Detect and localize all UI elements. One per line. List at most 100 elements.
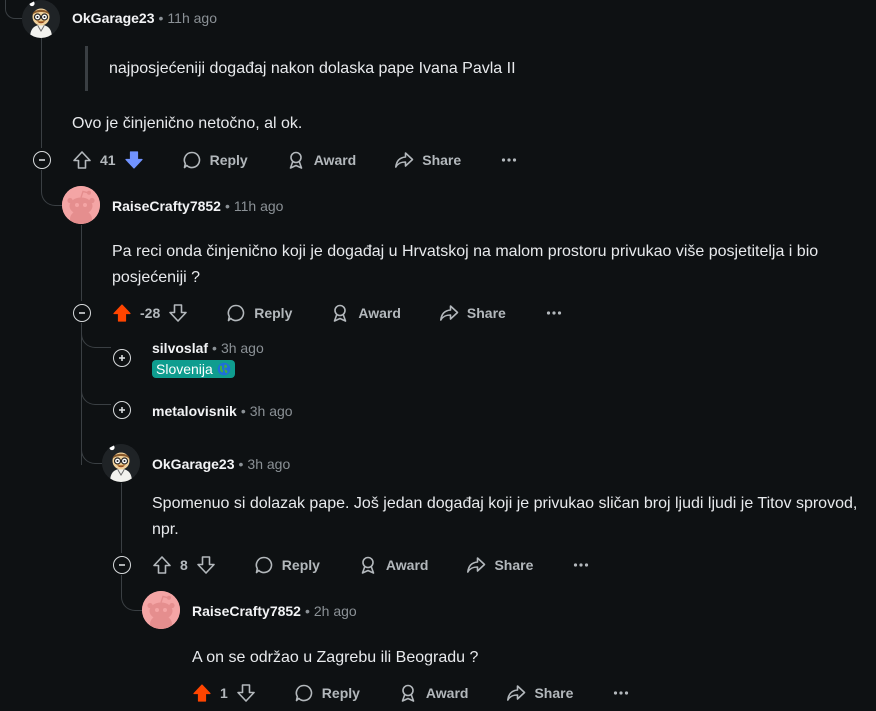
expand-button[interactable] <box>113 401 131 419</box>
share-icon <box>394 150 414 170</box>
award-label: Award <box>313 152 357 168</box>
comment-action-bar: 8 Reply Award Share <box>152 550 637 580</box>
award-label: Award <box>385 557 429 573</box>
flair-label: Slovenija <box>156 361 213 377</box>
avatar-default-snoo-icon <box>142 591 180 629</box>
avatar-okgarage23-image <box>22 0 60 38</box>
reply-label: Reply <box>281 557 320 573</box>
comment-author[interactable]: metalovisnik <box>152 403 237 419</box>
award-label: Award <box>358 305 401 321</box>
award-icon <box>398 683 418 703</box>
share-icon <box>466 555 486 575</box>
collapse-minus-icon <box>79 312 85 314</box>
share-icon <box>506 683 526 703</box>
comment-timestamp[interactable]: 11h ago <box>167 10 217 26</box>
share-label: Share <box>494 557 534 573</box>
vote-group: 8 <box>152 555 216 575</box>
downvote-icon[interactable] <box>124 150 144 170</box>
comment-author[interactable]: RaiseCrafty7852 <box>112 198 221 214</box>
more-icon <box>571 555 591 575</box>
award-button[interactable]: Award <box>358 555 429 575</box>
award-label: Award <box>425 685 469 701</box>
comment-author[interactable]: OkGarage23 <box>72 10 155 26</box>
more-options-button[interactable] <box>544 303 572 323</box>
vote-score: 1 <box>220 685 228 701</box>
reply-button[interactable]: Reply <box>294 683 360 703</box>
comment-author[interactable]: silvoslaf <box>152 340 208 356</box>
reply-bubble-icon <box>182 150 202 170</box>
downvote-icon[interactable] <box>196 555 216 575</box>
share-button[interactable]: Share <box>466 555 533 575</box>
vote-score: -28 <box>140 305 161 321</box>
thread-connector-4 <box>81 380 111 405</box>
reply-button[interactable]: Reply <box>226 303 292 323</box>
share-button[interactable]: Share <box>394 150 461 170</box>
collapse-button[interactable] <box>33 151 51 169</box>
share-button[interactable]: Share <box>439 303 506 323</box>
reply-bubble-icon <box>254 555 274 575</box>
expand-plus-icon <box>119 407 125 413</box>
avatar-okgarage23[interactable] <box>22 0 60 38</box>
expand-button[interactable] <box>113 349 131 367</box>
comment-body: Pa reci onda činjenično koji je događaj … <box>112 243 819 286</box>
avatar-default-snoo-icon <box>62 186 100 224</box>
share-label: Share <box>466 305 506 321</box>
comment-timestamp[interactable]: 3h ago <box>250 403 293 419</box>
award-button[interactable]: Award <box>330 303 401 323</box>
vote-score: 8 <box>180 557 188 573</box>
meta-separator: • <box>158 10 164 26</box>
reply-bubble-icon <box>226 303 246 323</box>
more-options-button[interactable] <box>611 683 639 703</box>
vote-score: 41 <box>100 152 116 168</box>
comment-action-bar: -28 Reply Award Share <box>112 298 610 328</box>
thread-connector-3 <box>81 323 111 348</box>
share-icon <box>439 303 459 323</box>
collapse-minus-icon <box>119 564 125 566</box>
share-label: Share <box>422 152 462 168</box>
vote-group: 1 <box>192 683 256 703</box>
reply-button[interactable]: Reply <box>182 150 248 170</box>
upvote-icon[interactable] <box>152 555 172 575</box>
comment-timestamp[interactable]: 3h ago <box>247 456 290 472</box>
avatar-raisecrafty7852[interactable] <box>142 591 180 629</box>
award-button[interactable]: Award <box>286 150 357 170</box>
upvote-icon[interactable] <box>72 150 92 170</box>
comment-5-meta: OkGarage23 • 3h ago <box>152 455 290 473</box>
collapse-button[interactable] <box>73 304 91 322</box>
award-button[interactable]: Award <box>398 683 469 703</box>
thread-line-1[interactable] <box>41 38 42 148</box>
comment-timestamp[interactable]: 2h ago <box>314 603 357 619</box>
thread-line-5[interactable] <box>121 483 122 553</box>
more-options-button[interactable] <box>571 555 599 575</box>
globe-icon <box>217 362 231 376</box>
reply-button[interactable]: Reply <box>254 555 320 575</box>
collapse-minus-icon <box>39 159 45 161</box>
comment-6-meta: RaiseCrafty7852 • 2h ago <box>192 602 357 620</box>
blockquote: najposjećeniji događaj nakon dolaska pap… <box>85 46 516 91</box>
thread-line-2[interactable] <box>81 225 82 301</box>
upvote-icon[interactable] <box>112 303 132 323</box>
thread-connector-root <box>5 0 23 19</box>
more-options-button[interactable] <box>499 150 527 170</box>
collapse-button[interactable] <box>113 556 131 574</box>
upvote-icon[interactable] <box>192 683 212 703</box>
avatar-raisecrafty7852[interactable] <box>62 186 100 224</box>
comment-timestamp[interactable]: 3h ago <box>221 340 264 356</box>
meta-separator: • <box>304 603 310 619</box>
comment-author[interactable]: RaiseCrafty7852 <box>192 603 301 619</box>
comment-1-meta: OkGarage23 • 11h ago <box>72 9 217 27</box>
downvote-icon[interactable] <box>236 683 256 703</box>
more-icon <box>499 150 519 170</box>
thread-connector-5 <box>81 440 103 464</box>
meta-separator: • <box>224 198 230 214</box>
comment-timestamp[interactable]: 11h ago <box>234 198 284 214</box>
share-button[interactable]: Share <box>506 683 573 703</box>
vote-group: 41 <box>72 150 144 170</box>
comment-action-bar: 41 Reply Award Share <box>72 145 565 175</box>
comment-author[interactable]: OkGarage23 <box>152 456 235 472</box>
downvote-icon[interactable] <box>168 303 188 323</box>
award-icon <box>286 150 306 170</box>
avatar-okgarage23[interactable] <box>102 444 140 482</box>
comment-body: Spomenuo si dolazak pape. Još jedan doga… <box>152 495 858 538</box>
avatar-okgarage23-image <box>102 444 140 482</box>
